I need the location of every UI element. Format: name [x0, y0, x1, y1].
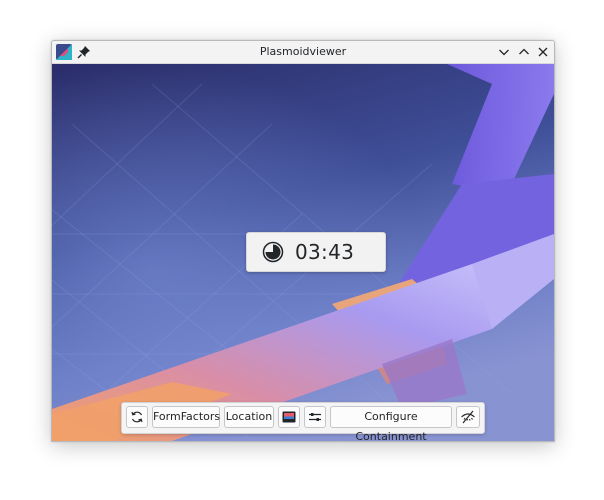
timer-icon — [262, 241, 284, 263]
refresh-button[interactable] — [126, 406, 148, 428]
configure-sliders-icon — [309, 413, 321, 421]
minimize-button[interactable] — [497, 45, 511, 59]
clock-widget[interactable]: 03:43 — [246, 232, 386, 272]
wallpaper-button[interactable] — [278, 406, 300, 428]
clock-time: 03:43 — [295, 240, 355, 264]
location-button[interactable]: Location — [224, 406, 274, 428]
refresh-icon — [131, 411, 143, 423]
configure-containment-button[interactable]: Configure Containment — [330, 406, 452, 441]
hide-toolbar-button[interactable] — [456, 406, 480, 428]
formfactors-button[interactable]: FormFactors — [152, 406, 220, 428]
close-button[interactable] — [536, 45, 550, 59]
window-title: Plasmoidviewer — [259, 45, 347, 58]
configure-button[interactable] — [304, 406, 326, 428]
containment-area[interactable]: 03:43 FormFactors Location Configure Con… — [52, 64, 554, 441]
wallpaper-icon — [282, 411, 296, 423]
maximize-button[interactable] — [517, 45, 531, 59]
titlebar[interactable]: Plasmoidviewer — [52, 41, 554, 64]
plasmoidviewer-toolbar: FormFactors Location Configure Containme… — [121, 402, 485, 441]
hide-icon — [461, 410, 475, 424]
plasmoidviewer-window: Plasmoidviewer 03:43 FormFactors Locatio… — [51, 40, 555, 442]
